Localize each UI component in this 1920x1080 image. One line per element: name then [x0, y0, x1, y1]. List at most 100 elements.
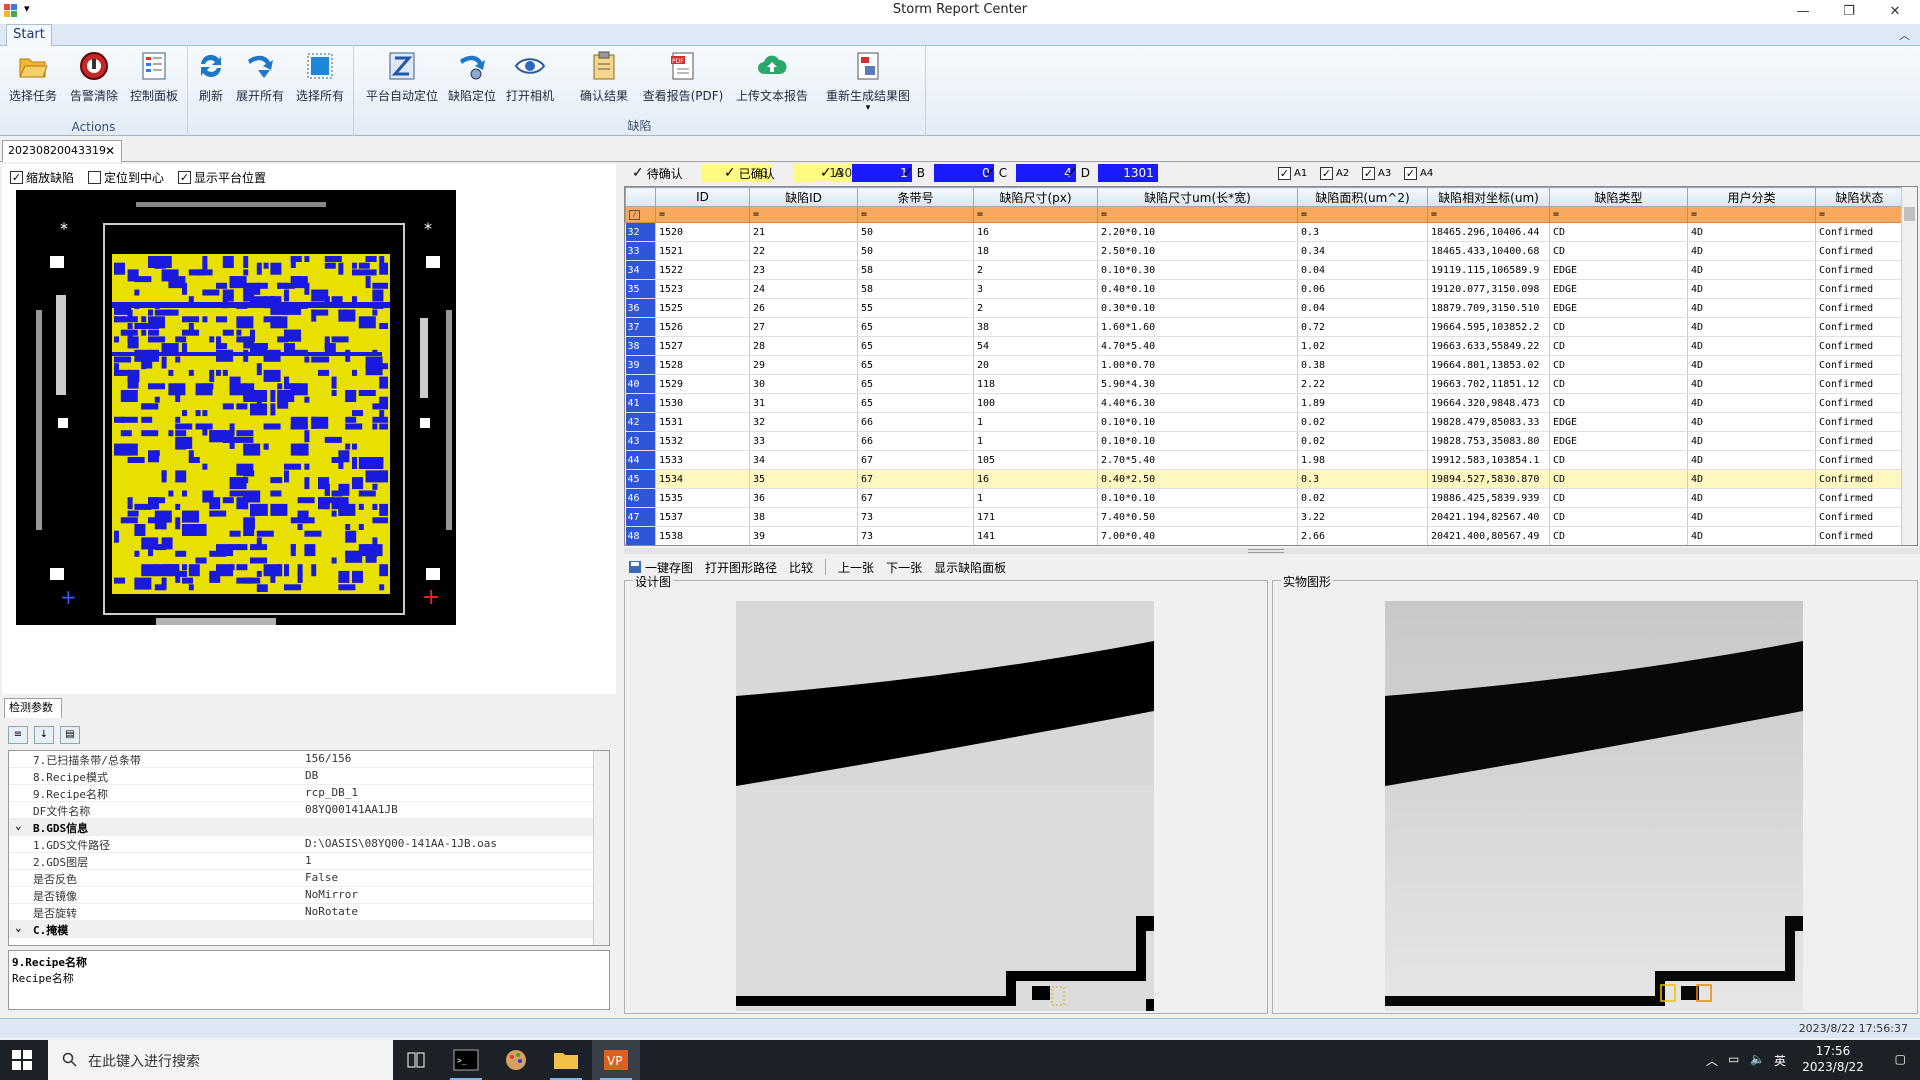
open-camera-button[interactable]: 打开相机	[502, 50, 558, 110]
file-explorer-icon[interactable]	[542, 1040, 590, 1080]
table-cell[interactable]: 4D	[1687, 298, 1816, 318]
table-cell[interactable]: Confirmed	[1815, 222, 1904, 242]
filter-cell[interactable]: =	[1815, 206, 1904, 223]
table-cell[interactable]: 19886.425,5839.939	[1427, 488, 1550, 508]
table-cell[interactable]: 0.10*0.10	[1097, 431, 1298, 451]
select-task-button[interactable]: 选择任务	[6, 50, 60, 110]
column-header[interactable]: 缺陷尺寸(px)	[973, 187, 1098, 207]
table-cell[interactable]: 2.70*5.40	[1097, 450, 1298, 470]
filter-cell[interactable]: =	[1097, 206, 1298, 223]
table-cell[interactable]: EDGE	[1549, 298, 1688, 318]
table-cell[interactable]: 67	[857, 469, 974, 489]
table-row[interactable]: 37 1526 27 65 38 1.60*1.60 0.72 19664.595,10385…	[625, 317, 1904, 337]
table-cell[interactable]: 55	[857, 298, 974, 318]
table-row[interactable]: 47 1537 38 73 171 7.40*0.50 3.22 20421.194,8256…	[625, 507, 1904, 527]
table-cell[interactable]: 4D	[1687, 355, 1816, 375]
defect-locate-button[interactable]: 缺陷定位	[446, 50, 498, 110]
layer-checkbox[interactable]: ✓	[1362, 166, 1375, 180]
status-filter-5[interactable]: ✓ D 1301	[1066, 164, 1158, 182]
row-number[interactable]: 39	[625, 355, 656, 375]
property-row[interactable]: 9.Recipe名称 rcp_DB_1	[9, 785, 609, 802]
filter-cell[interactable]: =	[749, 206, 858, 223]
table-cell[interactable]: 23	[749, 260, 858, 280]
table-cell[interactable]: 27	[749, 317, 858, 337]
table-cell[interactable]: 66	[857, 431, 974, 451]
table-cell[interactable]: 29	[749, 355, 858, 375]
task-view-icon[interactable]	[392, 1040, 440, 1080]
table-cell[interactable]: 24	[749, 279, 858, 299]
table-cell[interactable]: 4D	[1687, 279, 1816, 299]
table-cell[interactable]: 1530	[655, 393, 750, 413]
table-cell[interactable]: 105	[973, 450, 1098, 470]
table-row[interactable]: 45 1534 35 67 16 0.40*2.50 0.3 19894.527,5830.8…	[625, 469, 1904, 489]
table-cell[interactable]: 50	[857, 222, 974, 242]
property-category[interactable]: ⌄ C.掩模	[9, 921, 609, 938]
filter-cell[interactable]: =	[1297, 206, 1428, 223]
table-cell[interactable]: 32	[749, 412, 858, 432]
categorized-icon[interactable]: ≡	[8, 726, 28, 744]
table-cell[interactable]: 1532	[655, 431, 750, 451]
property-value[interactable]: NoRotate	[305, 905, 358, 918]
row-number[interactable]: 33	[625, 241, 656, 261]
filter-icon-cell[interactable]: ⁄	[625, 206, 656, 223]
notification-icon[interactable]: ▢	[1895, 1052, 1906, 1066]
row-number[interactable]: 41	[625, 393, 656, 413]
column-header[interactable]: 缺陷面积(um^2)	[1297, 187, 1428, 207]
status-filter-4[interactable]: ✓ C 4	[984, 164, 1076, 182]
table-cell[interactable]: EDGE	[1549, 260, 1688, 280]
table-cell[interactable]: 1528	[655, 355, 750, 375]
table-cell[interactable]: 19912.583,103854.1	[1427, 450, 1550, 470]
network-icon[interactable]: ▭	[1728, 1052, 1739, 1066]
table-cell[interactable]: CD	[1549, 450, 1688, 470]
filter-editor-icon[interactable]: ⁄	[629, 210, 640, 220]
table-cell[interactable]: EDGE	[1549, 279, 1688, 299]
table-cell[interactable]: 0.04	[1297, 298, 1428, 318]
table-cell[interactable]: 4D	[1687, 374, 1816, 394]
property-row[interactable]: 是否反色 False	[9, 870, 609, 887]
layer-checkbox[interactable]: ✓	[1404, 166, 1417, 180]
table-cell[interactable]: 65	[857, 317, 974, 337]
table-cell[interactable]: Confirmed	[1815, 450, 1904, 470]
volume-icon[interactable]: 🔈	[1750, 1052, 1765, 1066]
property-value[interactable]: 08YQ00141AA1JB	[305, 803, 398, 816]
table-cell[interactable]: 0.04	[1297, 260, 1428, 280]
table-cell[interactable]: 2	[973, 260, 1098, 280]
table-cell[interactable]: 30	[749, 374, 858, 394]
table-cell[interactable]: Confirmed	[1815, 355, 1904, 375]
document-tab[interactable]: 20230820043319 ✕	[2, 140, 122, 162]
table-cell[interactable]: 1520	[655, 222, 750, 242]
table-cell[interactable]: 171	[973, 507, 1098, 527]
property-row[interactable]: 8.Recipe模式 DB	[9, 768, 609, 785]
table-cell[interactable]: 58	[857, 279, 974, 299]
table-row[interactable]: 36 1525 26 55 2 0.30*0.10 0.04 18879.709,3150.5…	[625, 298, 1904, 318]
check-icon[interactable]: ✓	[984, 165, 996, 181]
next-button[interactable]: 下一张	[886, 559, 922, 576]
close-icon[interactable]: ✕	[105, 141, 115, 161]
table-scrollbar[interactable]	[1901, 187, 1917, 545]
filter-cell[interactable]: =	[1687, 206, 1816, 223]
table-cell[interactable]: 5.90*4.30	[1097, 374, 1298, 394]
table-row[interactable]: 44 1533 34 67 105 2.70*5.40 1.98 19912.583,1038…	[625, 450, 1904, 470]
row-number[interactable]: 36	[625, 298, 656, 318]
row-number[interactable]: 40	[625, 374, 656, 394]
table-cell[interactable]: Confirmed	[1815, 507, 1904, 527]
alarm-clear-button[interactable]: 告警清除	[66, 50, 122, 110]
filter-cell[interactable]: =	[1549, 206, 1688, 223]
table-cell[interactable]: 28	[749, 336, 858, 356]
table-cell[interactable]: 4D	[1687, 317, 1816, 337]
property-row[interactable]: 2.GDS图层 1	[9, 853, 609, 870]
view-report-pdf-button[interactable]: PDF 查看报告(PDF)	[640, 50, 726, 110]
table-cell[interactable]: 26	[749, 298, 858, 318]
table-cell[interactable]: 3	[973, 279, 1098, 299]
restore-button[interactable]: ❐	[1826, 0, 1872, 24]
table-row[interactable]: 41 1530 31 65 100 4.40*6.30 1.89 19664.320,9848…	[625, 393, 1904, 413]
table-cell[interactable]: 3.22	[1297, 507, 1428, 527]
table-cell[interactable]: 4D	[1687, 241, 1816, 261]
layer-checkbox[interactable]: ✓	[1278, 166, 1291, 180]
show-defect-panel-button[interactable]: 显示缺陷面板	[934, 559, 1006, 576]
table-cell[interactable]: 0.38	[1297, 355, 1428, 375]
table-cell[interactable]: 38	[749, 507, 858, 527]
table-cell[interactable]: 0.40*0.10	[1097, 279, 1298, 299]
table-cell[interactable]: 4D	[1687, 393, 1816, 413]
table-cell[interactable]: 1526	[655, 317, 750, 337]
